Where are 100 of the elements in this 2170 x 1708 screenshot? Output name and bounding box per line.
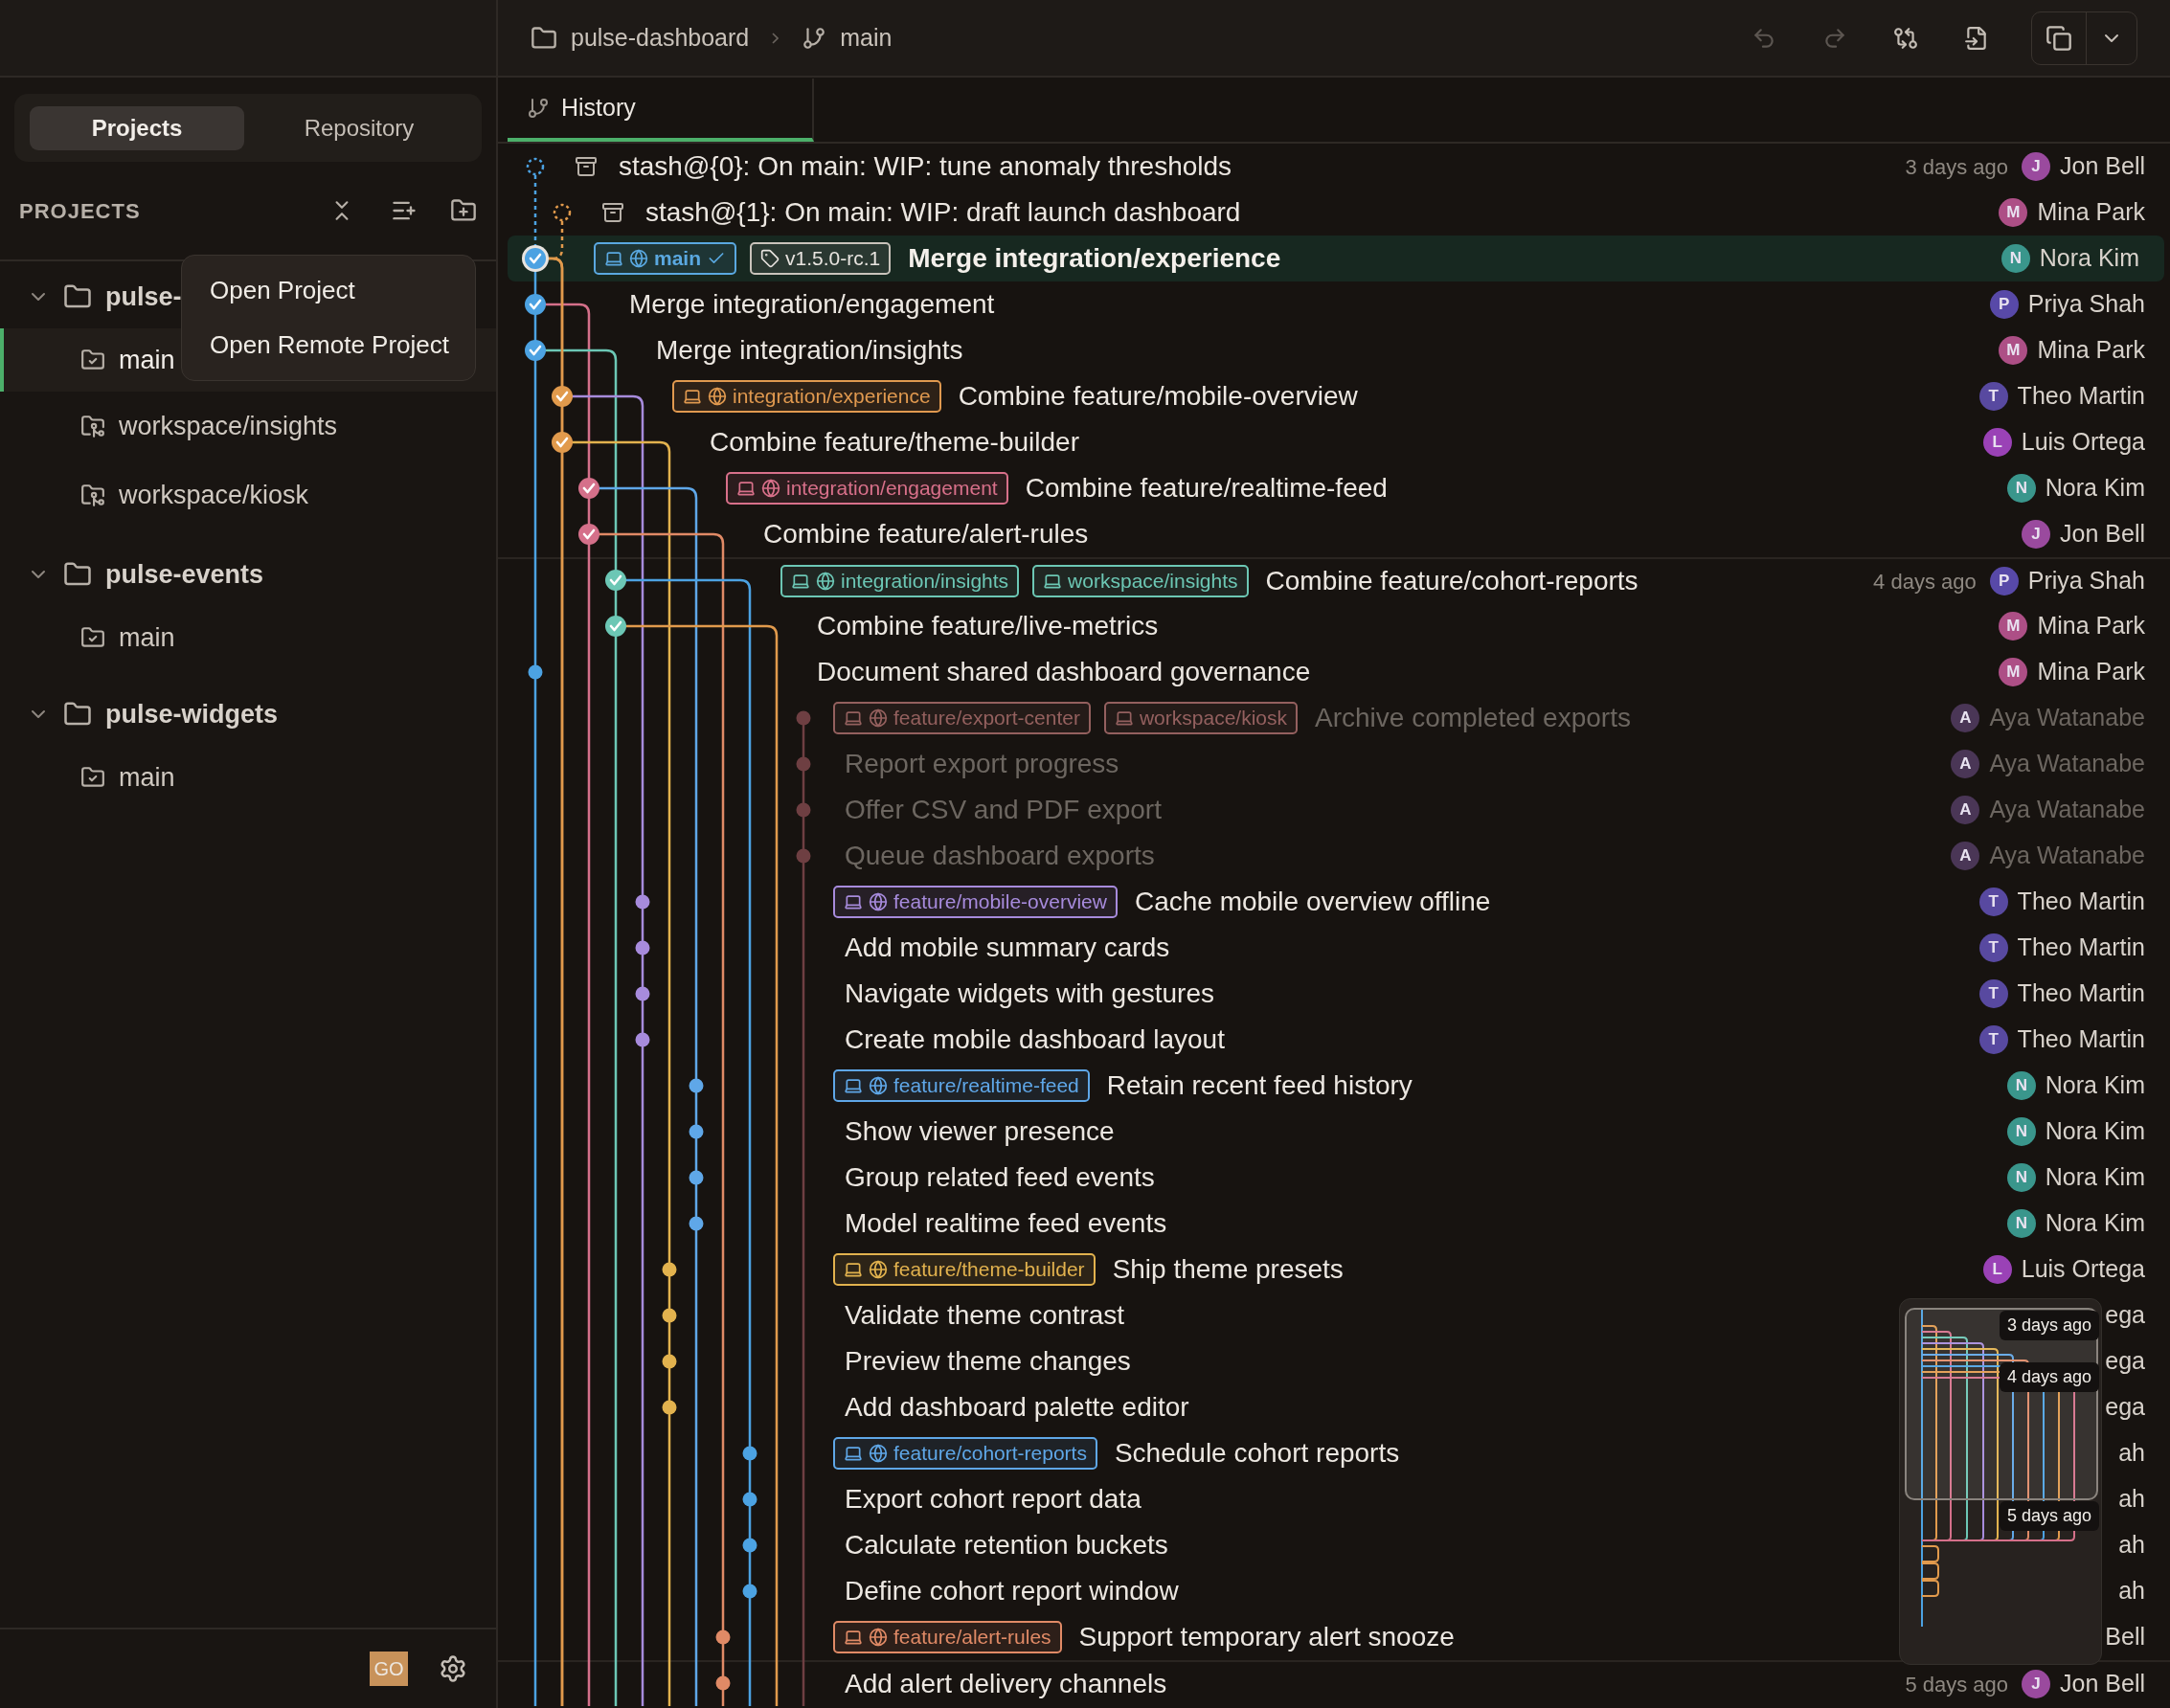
author-name: Mina Park — [2037, 611, 2145, 641]
project-name: pulse- — [105, 281, 182, 313]
commit-message: Combine feature/cohort-reports — [1265, 565, 1639, 597]
author-avatar: N — [2006, 1163, 2036, 1192]
author-name: ah — [2118, 1484, 2145, 1515]
author-name: Aya Watanabe — [1989, 795, 2145, 825]
commit-message: Calculate retention buckets — [845, 1529, 1168, 1562]
author-name: Mina Park — [2037, 335, 2145, 366]
date-label: 5 days ago — [1999, 1501, 2099, 1531]
author-name: Aya Watanabe — [1989, 841, 2145, 871]
author-avatar: A — [1951, 704, 1980, 732]
author-name: ega — [2105, 1300, 2145, 1331]
author-avatar: N — [2006, 474, 2036, 503]
author-name: Theo Martin — [2017, 381, 2145, 412]
author-name: Aya Watanabe — [1989, 703, 2145, 733]
author-avatar: T — [1978, 382, 2008, 411]
author-avatar: N — [2000, 244, 2030, 273]
author-name: ega — [2105, 1346, 2145, 1377]
commit-message: Ship theme presets — [1112, 1253, 1344, 1286]
author-name: Priya Shah — [2027, 289, 2145, 320]
commit-message: Queue dashboard exports — [845, 840, 1155, 872]
author-avatar: N — [2006, 1209, 2036, 1238]
commit-message: Combine feature/realtime-feed — [1025, 472, 1388, 505]
commit-message: Create mobile dashboard layout — [845, 1023, 1225, 1056]
author-avatar: M — [1999, 612, 2028, 640]
commit-message: Combine feature/theme-builder — [710, 426, 1079, 459]
commit-message: Define cohort report window — [845, 1575, 1179, 1607]
author-name: Jon Bell — [2060, 151, 2145, 182]
commit-time: 5 days ago — [1905, 1671, 2009, 1698]
commit-message: Add alert delivery channels — [845, 1668, 1167, 1700]
author-name: Jon Bell — [2060, 519, 2145, 550]
author-avatar: T — [1978, 1025, 2008, 1054]
commit-message: Report export progress — [845, 748, 1119, 780]
commit-message: Combine feature/alert-rules — [763, 518, 1089, 551]
commit-message: Retain recent feed history — [1106, 1069, 1413, 1102]
branch-name: main — [119, 761, 175, 794]
commit-message: Show viewer presence — [845, 1115, 1115, 1148]
author-name: Nora Kim — [2045, 1208, 2145, 1239]
commit-message: Merge integration/engagement — [629, 288, 995, 321]
commit-message: Add mobile summary cards — [845, 932, 1170, 964]
author-name: Nora Kim — [2045, 1070, 2145, 1101]
commit-message: Combine feature/mobile-overview — [958, 380, 1358, 413]
author-avatar: A — [1951, 842, 1980, 870]
branch-name: workspace/insights — [119, 410, 338, 442]
author-avatar: A — [1951, 796, 1980, 824]
author-avatar: T — [1978, 933, 2008, 962]
commit-message: Cache mobile overview offline — [1134, 886, 1491, 918]
commit-message: Preview theme changes — [845, 1345, 1131, 1378]
branch-name: main — [119, 344, 175, 376]
author-name: Priya Shah — [2027, 566, 2145, 596]
author-name: ah — [2118, 1530, 2145, 1561]
commit-message: Offer CSV and PDF export — [845, 794, 1162, 826]
author-name: Nora Kim — [2045, 473, 2145, 504]
author-name: Nora Kim — [2045, 1162, 2145, 1193]
commit-message: Archive completed exports — [1315, 702, 1631, 734]
author-avatar: M — [1999, 658, 2028, 686]
author-name: ah — [2118, 1576, 2145, 1607]
project-name: pulse-events — [105, 558, 264, 591]
author-name: Mina Park — [2037, 657, 2145, 687]
author-name: Theo Martin — [2017, 1024, 2145, 1055]
commit-message: Document shared dashboard governance — [817, 656, 1311, 688]
author-avatar: J — [2022, 520, 2051, 549]
author-name: Nora Kim — [2039, 243, 2139, 274]
author-name: Bell — [2105, 1622, 2145, 1652]
author-name: Mina Park — [2037, 197, 2145, 228]
author-name: Jon Bell — [2060, 1669, 2145, 1699]
commit-message: Add dashboard palette editor — [845, 1391, 1189, 1424]
author-name: ah — [2118, 1438, 2145, 1469]
author-avatar: N — [2006, 1071, 2036, 1100]
author-avatar: T — [1978, 888, 2008, 916]
author-avatar: N — [2006, 1117, 2036, 1146]
branch-name: main — [119, 621, 175, 654]
author-avatar: L — [1982, 1255, 2012, 1284]
author-name: Aya Watanabe — [1989, 749, 2145, 779]
section-title: PROJECTS — [19, 197, 142, 225]
author-name: Theo Martin — [2017, 933, 2145, 963]
commit-message: Export cohort report data — [845, 1483, 1142, 1516]
project-name: pulse-widgets — [105, 698, 279, 730]
date-label: 3 days ago — [1999, 1311, 2099, 1340]
author-avatar: P — [1989, 290, 2019, 319]
author-name: Luis Ortega — [2021, 427, 2145, 458]
commit-message: Support temporary alert snooze — [1078, 1621, 1455, 1653]
commit-time: 4 days ago — [1873, 568, 1977, 596]
author-avatar: P — [1989, 567, 2019, 596]
commit-time: 3 days ago — [1905, 153, 2009, 181]
commit-message: stash@{0}: On main: WIP: tune anomaly thresholds — [619, 150, 1232, 183]
author-name: Theo Martin — [2017, 978, 2145, 1009]
commit-message: Validate theme contrast — [845, 1299, 1125, 1332]
commit-message: Merge integration/insights — [656, 334, 963, 367]
author-avatar: T — [1978, 979, 2008, 1008]
commit-message: Merge integration/experience — [908, 242, 1281, 275]
branch-name: workspace/kiosk — [119, 479, 309, 511]
author-avatar: M — [1999, 198, 2028, 227]
author-name: ega — [2105, 1392, 2145, 1423]
author-name: Luis Ortega — [2021, 1254, 2145, 1285]
date-label: 4 days ago — [1999, 1362, 2099, 1392]
commit-message: stash@{1}: On main: WIP: draft launch dashboard — [645, 196, 1241, 229]
author-name: Nora Kim — [2045, 1116, 2145, 1147]
commit-message: Navigate widgets with gestures — [845, 978, 1214, 1010]
author-avatar: A — [1951, 750, 1980, 778]
